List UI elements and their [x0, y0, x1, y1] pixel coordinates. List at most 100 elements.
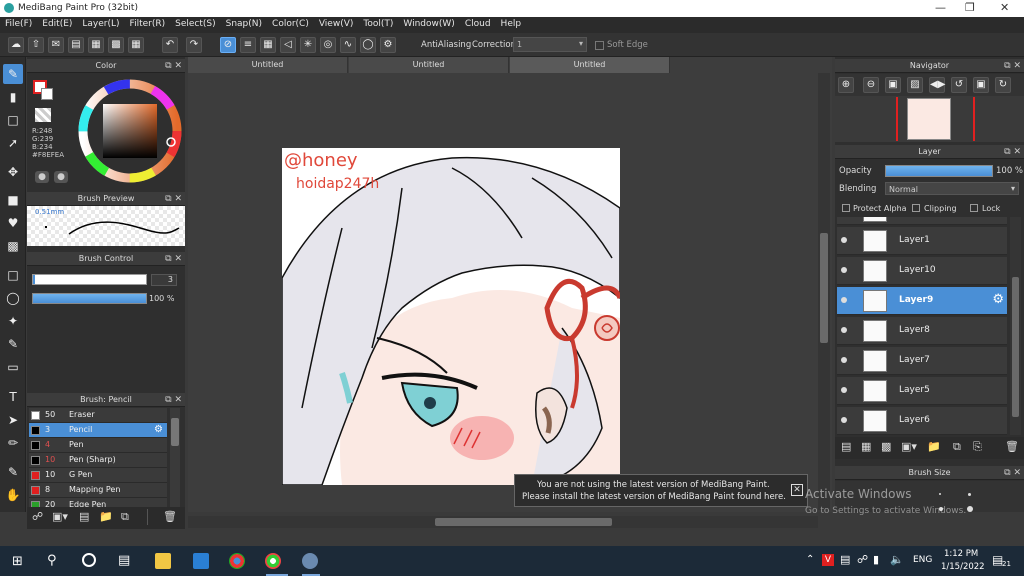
- select-eraser-tool-icon[interactable]: ▭: [3, 357, 23, 377]
- panel-controls-icon[interactable]: ⧉ ✕: [1004, 466, 1021, 480]
- visibility-eye-icon[interactable]: [841, 237, 847, 243]
- brush-item[interactable]: 10 G Pen: [29, 468, 167, 483]
- clipping-checkbox[interactable]: [912, 204, 920, 212]
- minimize-icon[interactable]: —: [935, 1, 946, 14]
- secondary-color-swatch[interactable]: [41, 88, 53, 100]
- menu-layer[interactable]: Layer(L): [77, 17, 124, 31]
- navigator-preview[interactable]: [835, 96, 1024, 142]
- brush-item[interactable]: 8 Mapping Pen: [29, 483, 167, 498]
- chrome-icon[interactable]: [229, 553, 245, 569]
- duplicate-icon[interactable]: ⧉: [121, 510, 129, 524]
- rectangle-tool-icon[interactable]: □: [3, 110, 23, 130]
- layer-row[interactable]: Layer9 ⚙: [837, 287, 1007, 315]
- materials-icon[interactable]: ▩: [108, 37, 124, 53]
- menu-color[interactable]: Color(C): [267, 17, 314, 31]
- visibility-eye-icon[interactable]: [841, 297, 847, 303]
- operation-tool-icon[interactable]: ➤: [3, 410, 23, 430]
- dropper-tool-icon[interactable]: ✏: [3, 433, 23, 453]
- clock-date[interactable]: 1/15/2022: [941, 562, 985, 572]
- brush-tool-icon[interactable]: ✎: [3, 64, 23, 84]
- correction-select[interactable]: 1 ▾: [513, 37, 587, 52]
- layer-row[interactable]: Layer8: [837, 317, 1007, 345]
- panel-controls-icon[interactable]: ⧉ ✕: [165, 252, 182, 266]
- share-icon[interactable]: ⇧: [28, 37, 44, 53]
- snap-off-icon[interactable]: ⊘: [220, 37, 236, 53]
- brush-list-scrollbar[interactable]: [170, 408, 180, 507]
- search-icon[interactable]: ⚲: [47, 553, 57, 568]
- new-halftone-layer-icon[interactable]: ▦: [861, 440, 871, 453]
- add-layer-menu-icon[interactable]: ▣▾: [901, 440, 917, 453]
- visibility-eye-icon[interactable]: [841, 357, 847, 363]
- tab-untitled-2[interactable]: Untitled: [349, 57, 509, 73]
- snap-settings-icon[interactable]: ⚙: [380, 37, 396, 53]
- close-window-icon[interactable]: ✕: [1000, 1, 1009, 14]
- restore-icon[interactable]: ❐: [965, 1, 975, 14]
- snap-vanishing-icon[interactable]: ◁: [280, 37, 296, 53]
- hand-tool-icon[interactable]: ✋: [3, 485, 23, 505]
- visibility-eye-icon[interactable]: [841, 387, 847, 393]
- brush-item[interactable]: 3 Pencil ⚙: [29, 423, 167, 438]
- brush-item[interactable]: 50 Eraser: [29, 408, 167, 423]
- menu-help[interactable]: Help: [496, 17, 527, 31]
- tray-app-icon[interactable]: ▤: [840, 553, 850, 566]
- protect-alpha-checkbox[interactable]: [842, 204, 850, 212]
- show-hidden-icons-icon[interactable]: ⌃: [806, 554, 814, 565]
- add-brush-icon[interactable]: ☍: [32, 510, 43, 523]
- magic-wand-tool-icon[interactable]: ✦: [3, 311, 23, 331]
- layer-row[interactable]: Layer7: [837, 347, 1007, 375]
- layer-opacity-slider[interactable]: [885, 165, 993, 177]
- medibang-icon[interactable]: [302, 553, 318, 569]
- cortana-icon[interactable]: [82, 553, 96, 567]
- panel-controls-icon[interactable]: ⧉ ✕: [1004, 59, 1021, 73]
- layer-row[interactable]: Layer10: [837, 257, 1007, 285]
- brush-size-value[interactable]: 3: [151, 274, 177, 286]
- comment-icon[interactable]: ▤: [68, 37, 84, 53]
- eraser-tool-icon[interactable]: ▮: [3, 87, 23, 107]
- zoom-out-icon[interactable]: ⊖: [863, 77, 879, 93]
- eyedropper-tool-icon[interactable]: ✎: [3, 462, 23, 482]
- merge-down-icon[interactable]: ⎘: [973, 440, 982, 454]
- panel-controls-icon[interactable]: ⧉ ✕: [165, 393, 182, 407]
- menu-tool[interactable]: Tool(T): [358, 17, 398, 31]
- brush-size-slider[interactable]: [32, 274, 147, 285]
- layer-settings-gear-icon[interactable]: ⚙: [992, 292, 1004, 307]
- rotate-right-icon[interactable]: ↻: [995, 77, 1011, 93]
- layer-row-partial[interactable]: [837, 217, 1007, 225]
- drawing-canvas[interactable]: @honey hoidap247h: [282, 148, 620, 485]
- delete-layer-icon[interactable]: 🗑: [1005, 440, 1019, 453]
- snap-circle-icon[interactable]: ◎: [320, 37, 336, 53]
- brush-item[interactable]: 4 Pen: [29, 438, 167, 453]
- add-brush-menu-icon[interactable]: ▣▾: [52, 510, 68, 523]
- tab-untitled-3[interactable]: Untitled: [510, 57, 670, 73]
- chat-icon[interactable]: ✉: [48, 37, 64, 53]
- panel-controls-icon[interactable]: ⧉ ✕: [1004, 145, 1021, 159]
- undo-icon[interactable]: ↶: [162, 37, 178, 53]
- battery-icon[interactable]: ▮: [873, 553, 879, 566]
- line-tool-icon[interactable]: ➚: [3, 133, 23, 153]
- visibility-eye-icon[interactable]: [841, 327, 847, 333]
- lock-checkbox[interactable]: [970, 204, 978, 212]
- network-icon[interactable]: ☍: [857, 553, 868, 566]
- folder-icon[interactable]: 📁: [99, 510, 113, 523]
- update-notice[interactable]: You are not using the latest version of …: [514, 474, 808, 507]
- tab-untitled-1[interactable]: Untitled: [188, 57, 348, 73]
- select-pen-tool-icon[interactable]: ✎: [3, 334, 23, 354]
- duplicate-layer-icon[interactable]: ⧉: [953, 440, 961, 454]
- lasso-tool-icon[interactable]: ◯: [3, 288, 23, 308]
- new-layer-icon[interactable]: ▤: [841, 440, 851, 453]
- delete-brush-icon[interactable]: 🗑: [163, 510, 177, 523]
- vivaldi-tray-icon[interactable]: V: [822, 554, 834, 566]
- canvas-horizontal-scrollbar[interactable]: [188, 516, 818, 528]
- transparent-color-swatch[interactable]: [35, 108, 51, 122]
- move-tool-icon[interactable]: ✥: [3, 162, 23, 182]
- panel-controls-icon[interactable]: ⧉ ✕: [165, 59, 182, 73]
- layer-folder-icon[interactable]: 📁: [927, 440, 941, 453]
- menu-view[interactable]: View(V): [314, 17, 359, 31]
- gradient-tool-icon[interactable]: ▩: [3, 236, 23, 256]
- fit-icon[interactable]: ▣: [885, 77, 901, 93]
- cloud-icon[interactable]: ☁: [8, 37, 24, 53]
- select-tool-icon[interactable]: □: [3, 265, 23, 285]
- layer-row[interactable]: Layer5: [837, 377, 1007, 405]
- menu-window[interactable]: Window(W): [398, 17, 459, 31]
- clock-time[interactable]: 1:12 PM: [944, 549, 978, 559]
